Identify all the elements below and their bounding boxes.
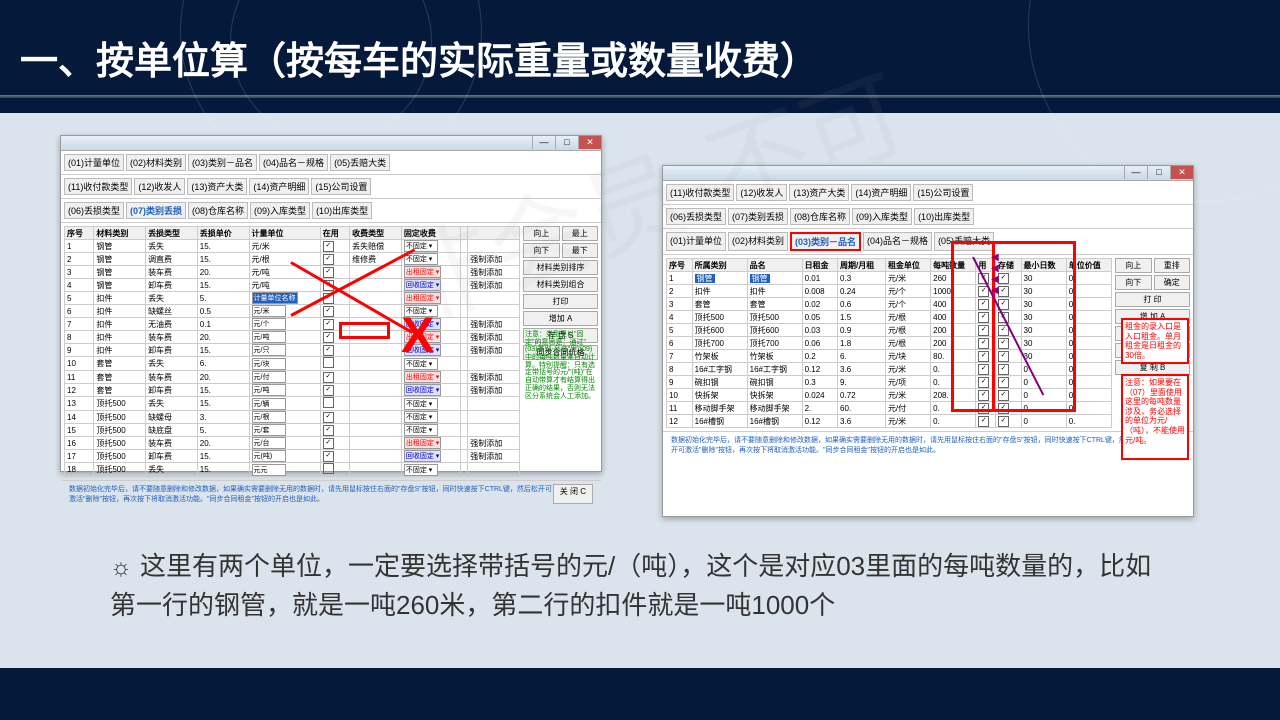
config-tab[interactable]: (12)收发人 xyxy=(736,184,787,201)
config-tab[interactable]: (08)仓库名称 xyxy=(188,202,248,219)
config-tab[interactable]: (06)丢损类型 xyxy=(666,208,726,225)
config-tab[interactable]: (06)丢损类型 xyxy=(64,202,124,219)
window-titlebar: —□✕ xyxy=(663,166,1193,181)
screenshot-1: —□✕ (01)计量单位(02)材料类别(03)类别－品名(04)品名－规格(0… xyxy=(60,135,602,472)
annotation-x: X xyxy=(401,306,434,364)
annotation-box xyxy=(339,322,390,339)
config-tab[interactable]: (10)出库类型 xyxy=(914,208,974,225)
side-button[interactable]: 材料类别组合 xyxy=(523,277,598,292)
config-tab[interactable]: (14)资产明细 xyxy=(249,178,309,195)
annotation-col-box xyxy=(992,241,1076,412)
config-tab[interactable]: (01)计量单位 xyxy=(666,232,726,251)
screenshot-2: —□✕ (11)收付款类型(12)收发人(13)资产大类(14)资产明细(15)… xyxy=(662,165,1194,517)
config-tab[interactable]: (02)材料类别 xyxy=(126,154,186,171)
config-tab[interactable]: (01)计量单位 xyxy=(64,154,124,171)
config-tab[interactable]: (03)类别－品名 xyxy=(790,232,861,251)
side-button[interactable]: 打 印 xyxy=(1115,292,1190,307)
maximize-icon[interactable]: □ xyxy=(555,136,578,149)
window-footer: 数据初始化完毕后，请不要随意删除和修改数据，如果确实需要删除无用的数据时，请先用… xyxy=(663,431,1193,458)
tabs-row-3: (01)计量单位(02)材料类别(03)类别－品名(04)品名－规格(05)丢赔… xyxy=(663,229,1193,255)
annotation-arrows-purple: ◀◀◀◀ xyxy=(991,252,999,296)
close-button[interactable]: 关 闭 C xyxy=(553,484,593,504)
config-tab[interactable]: (07)类别丢损 xyxy=(728,208,788,225)
tabs-row-1: (11)收付款类型(12)收发人(13)资产大类(14)资产明细(15)公司设置 xyxy=(663,181,1193,205)
config-tab[interactable]: (13)资产大类 xyxy=(187,178,247,195)
config-tab[interactable]: (04)品名－规格 xyxy=(863,232,932,251)
config-tab[interactable]: (09)入库类型 xyxy=(852,208,912,225)
footer-hint: 数据初始化完毕后，请不要随意删除和修改数据，如果确实需要删除无用的数据时，请先用… xyxy=(671,435,1145,455)
slide-title: 一、按单位算（按每车的实际重量或数量收费） xyxy=(0,0,1280,95)
maximize-icon[interactable]: □ xyxy=(1147,166,1170,179)
side-button[interactable]: 打印 xyxy=(523,294,598,309)
config-tab[interactable]: (07)类别丢损 xyxy=(126,202,186,219)
close-icon[interactable]: ✕ xyxy=(578,136,601,149)
note-text: 这里有两个单位，一定要选择带括号的元/（吨），这个是对应03里面的每吨数量的，比… xyxy=(110,551,1151,620)
config-tab[interactable]: (13)资产大类 xyxy=(789,184,849,201)
footer-hint: 数据初始化完毕后，请不要随意删除和修改数据，如果确实需要删除无用的数据时，请先用… xyxy=(69,484,553,504)
tabs-row-2: (11)收付款类型(12)收发人(13)资产大类(14)资产明细(15)公司设置 xyxy=(61,175,601,199)
annotation-callout-2: 注意：如果要在（07）里面使用这里的每吨数量涉及，务必选择的单位为元/（吨），不… xyxy=(1121,374,1189,460)
config-tab[interactable]: (10)出库类型 xyxy=(312,202,372,219)
config-tab[interactable]: (12)收发人 xyxy=(134,178,185,195)
window-footer: 数据初始化完毕后，请不要随意删除和修改数据，如果确实需要删除无用的数据时，请先用… xyxy=(61,480,601,507)
annotation-callout-1: 租金的录入口是入口租金。单月租金是日租金的30倍。 xyxy=(1121,318,1189,364)
config-tab[interactable]: (11)收付款类型 xyxy=(64,178,132,195)
config-tab[interactable]: (15)公司设置 xyxy=(913,184,973,201)
close-icon[interactable]: ✕ xyxy=(1170,166,1193,179)
config-tab[interactable]: (05)丢赔大类 xyxy=(330,154,390,171)
minimize-icon[interactable]: — xyxy=(532,136,555,149)
config-tab[interactable]: (08)仓库名称 xyxy=(790,208,850,225)
window-titlebar: —□✕ xyxy=(61,136,601,151)
config-tab[interactable]: (03)类别－品名 xyxy=(188,154,257,171)
content-area: —□✕ (01)计量单位(02)材料类别(03)类别－品名(04)品名－规格(0… xyxy=(0,113,1280,668)
minimize-icon[interactable]: — xyxy=(1124,166,1147,179)
tabs-row-1: (01)计量单位(02)材料类别(03)类别－品名(04)品名－规格(05)丢赔… xyxy=(61,151,601,175)
config-tab[interactable]: (15)公司设置 xyxy=(311,178,371,195)
config-tab[interactable]: (14)资产明细 xyxy=(851,184,911,201)
side-button[interactable]: 增加 A xyxy=(523,311,598,326)
tabs-row-2: (06)丢损类型(07)类别丢损(08)仓库名称(09)入库类型(10)出库类型 xyxy=(663,205,1193,229)
side-button[interactable]: 材料类别排序 xyxy=(523,260,598,275)
config-tab[interactable]: (04)品名－规格 xyxy=(259,154,328,171)
config-tab[interactable]: (02)材料类别 xyxy=(728,232,788,251)
annotation-greennote: 注意：类型里以"固定"的意思是：通过"(03)类别-品名"里"(09)中的每吨数… xyxy=(525,331,597,400)
config-tab[interactable]: (09)入库类型 xyxy=(250,202,310,219)
sun-icon: ☼ xyxy=(110,554,132,581)
config-tab[interactable]: (11)收付款类型 xyxy=(666,184,734,201)
tabs-row-3: (06)丢损类型(07)类别丢损(08)仓库名称(09)入库类型(10)出库类型 xyxy=(61,199,601,223)
explanation-note: ☼这里有两个单位，一定要选择带括号的元/（吨），这个是对应03里面的每吨数量的，… xyxy=(60,547,1220,625)
annotation-col-box xyxy=(951,241,995,412)
